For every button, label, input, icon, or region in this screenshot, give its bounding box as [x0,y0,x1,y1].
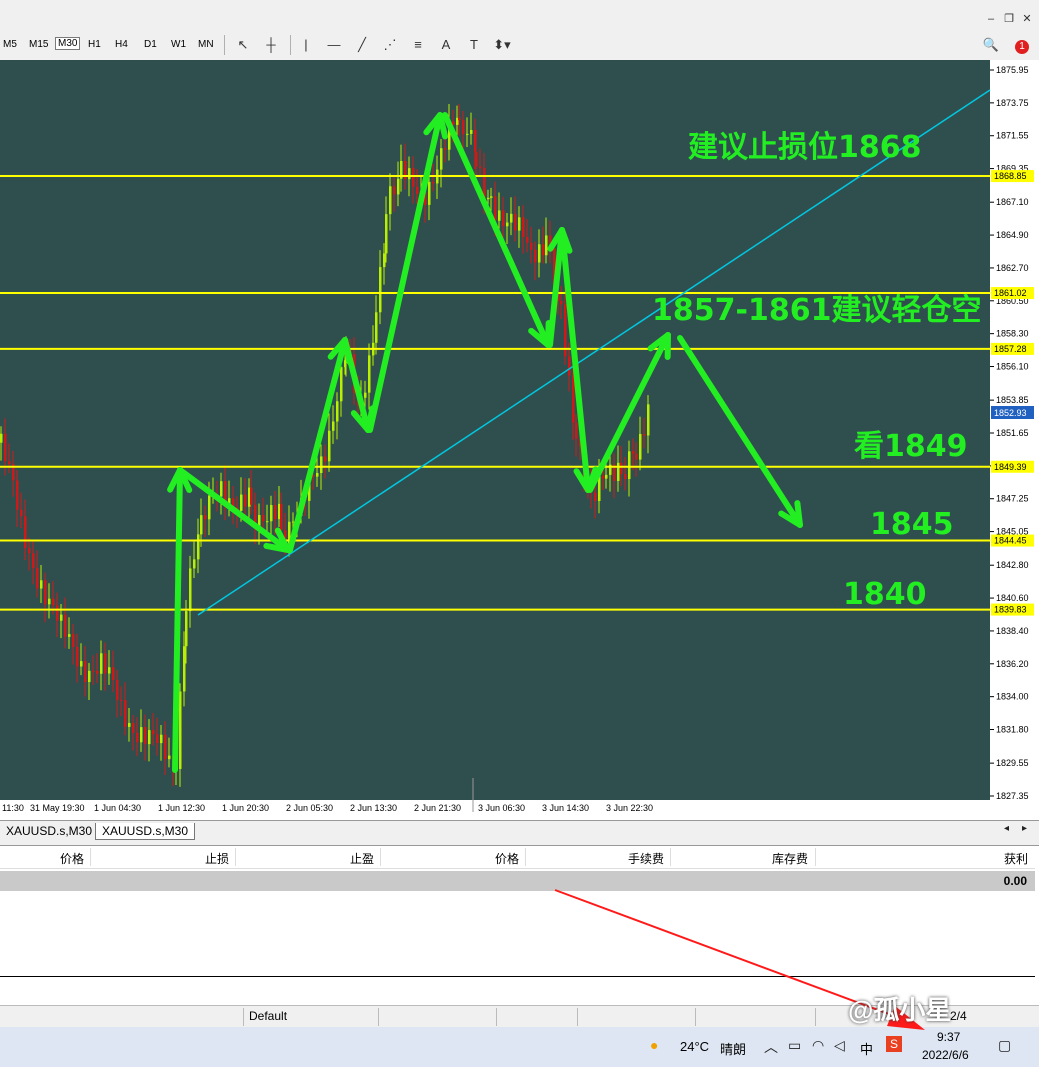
red-arrow-overlay [554,889,925,1030]
watermark: @孤小星 [848,995,952,1025]
